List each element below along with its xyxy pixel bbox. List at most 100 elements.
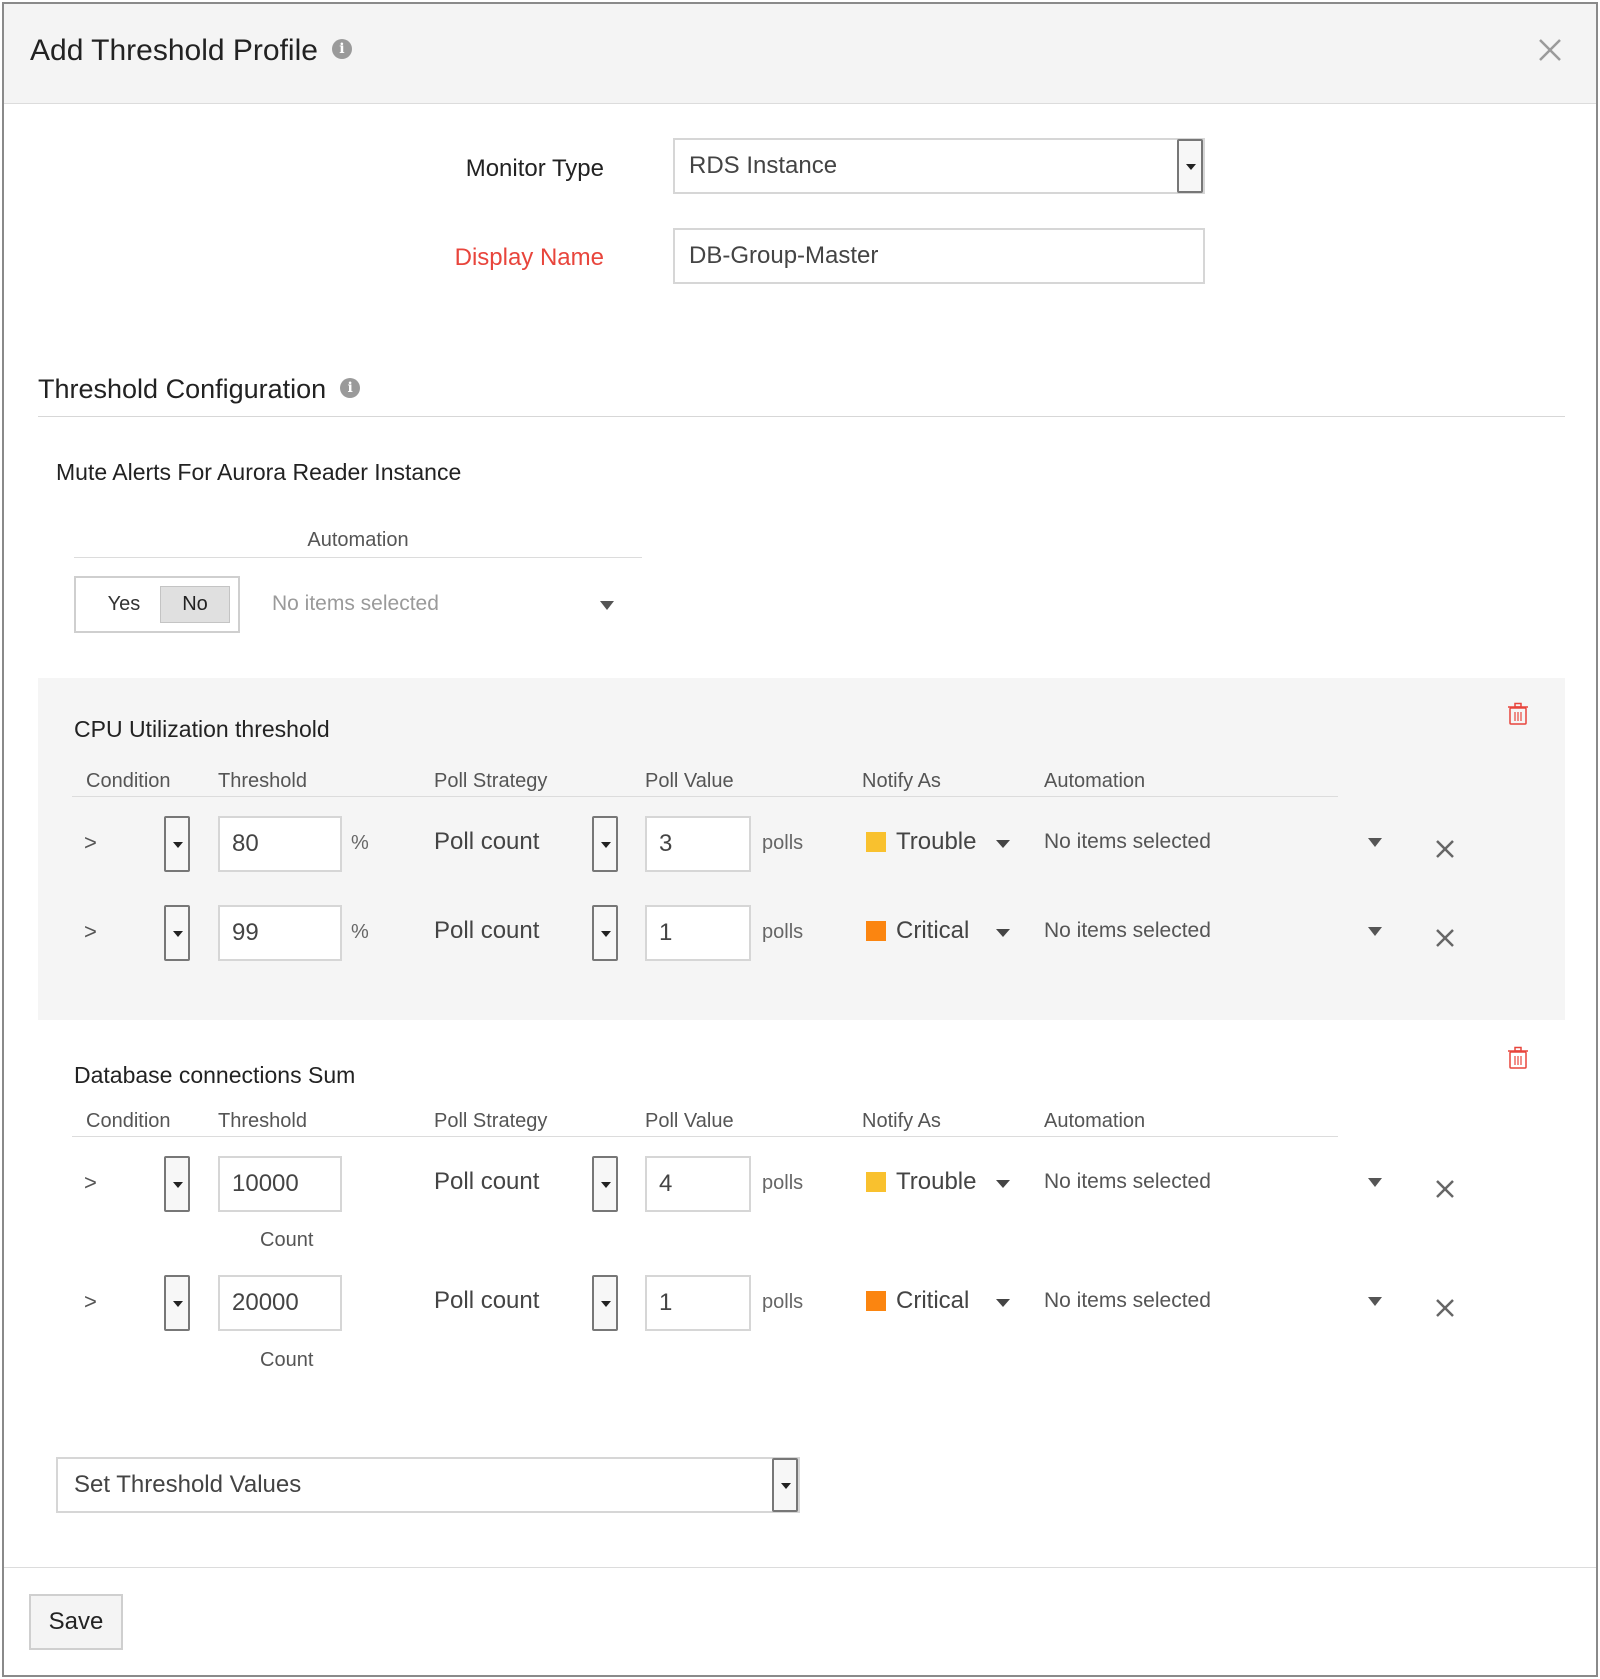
condition-dropdown[interactable] xyxy=(164,816,190,872)
caret-down-icon[interactable] xyxy=(1368,927,1382,936)
automation-select[interactable]: No items selected xyxy=(1044,830,1211,854)
database-connections-panel: Database connections Sum Condition Thres… xyxy=(38,1020,1565,1400)
column-poll-strategy: Poll Strategy xyxy=(434,770,548,792)
threshold-configuration-heading: Threshold Configuration i xyxy=(38,374,361,405)
threshold-unit: Count xyxy=(260,1349,314,1371)
poll-strategy-value[interactable]: Poll count xyxy=(434,828,539,856)
mute-automation-select[interactable]: No items selected xyxy=(272,592,439,616)
remove-row-icon[interactable] xyxy=(1434,927,1456,949)
condition-dropdown[interactable] xyxy=(164,1275,190,1331)
toggle-no-button[interactable]: No xyxy=(160,586,230,623)
poll-unit: polls xyxy=(762,832,804,854)
caret-down-icon[interactable] xyxy=(1368,1178,1382,1187)
remove-row-icon[interactable] xyxy=(1434,838,1456,860)
trouble-swatch xyxy=(866,1172,886,1192)
toggle-yes-button[interactable]: Yes xyxy=(90,586,158,623)
threshold-input[interactable]: 99 xyxy=(218,905,342,961)
trash-icon[interactable] xyxy=(1507,1046,1529,1070)
automation-select[interactable]: No items selected xyxy=(1044,919,1211,943)
poll-strategy-dropdown[interactable] xyxy=(592,905,618,961)
column-notify-as: Notify As xyxy=(862,1110,941,1132)
column-poll-value: Poll Value xyxy=(645,770,734,792)
poll-value-input[interactable]: 3 xyxy=(645,816,751,872)
critical-swatch xyxy=(866,1291,886,1311)
info-icon[interactable]: i xyxy=(340,377,361,398)
condition-value: > xyxy=(84,830,97,855)
caret-down-icon[interactable] xyxy=(1368,1297,1382,1306)
condition-value: > xyxy=(84,919,97,944)
trash-icon[interactable] xyxy=(1507,702,1529,726)
caret-down-icon[interactable] xyxy=(996,1299,1010,1307)
threshold-configuration-title: Threshold Configuration xyxy=(38,374,327,404)
monitor-type-select[interactable]: RDS Instance xyxy=(673,138,1205,194)
mute-header-divider xyxy=(74,557,642,558)
display-name-value: DB-Group-Master xyxy=(689,242,879,269)
condition-value: > xyxy=(84,1289,97,1314)
threshold-row: > 20000 Poll count 1 polls Critical No i… xyxy=(38,1273,1565,1333)
set-threshold-values-label: Set Threshold Values xyxy=(74,1471,302,1498)
column-condition: Condition xyxy=(86,770,171,792)
column-automation: Automation xyxy=(1044,1110,1146,1132)
condition-dropdown[interactable] xyxy=(164,905,190,961)
automation-select[interactable]: No items selected xyxy=(1044,1289,1211,1313)
footer-divider xyxy=(4,1567,1596,1568)
poll-strategy-dropdown[interactable] xyxy=(592,1156,618,1212)
section-divider xyxy=(38,416,1565,417)
threshold-row: > 10000 Poll count 4 polls Trouble No it… xyxy=(38,1154,1565,1214)
threshold-input[interactable]: 10000 xyxy=(218,1156,342,1212)
threshold-input[interactable]: 20000 xyxy=(218,1275,342,1331)
poll-value-input[interactable]: 4 xyxy=(645,1156,751,1212)
panel-title: CPU Utilization threshold xyxy=(74,716,330,742)
poll-strategy-value[interactable]: Poll count xyxy=(434,1287,539,1315)
mute-automation-header: Automation xyxy=(307,529,409,551)
save-button[interactable]: Save xyxy=(29,1594,123,1650)
info-icon[interactable]: i xyxy=(331,39,352,60)
poll-unit: polls xyxy=(762,1172,804,1194)
caret-down-icon[interactable] xyxy=(600,601,614,610)
threshold-row: > 99 % Poll count 1 polls Critical No it… xyxy=(38,903,1565,963)
column-threshold: Threshold xyxy=(218,770,307,792)
notify-as-select[interactable]: Critical xyxy=(896,917,969,945)
chevron-down-icon[interactable] xyxy=(772,1458,798,1512)
condition-dropdown[interactable] xyxy=(164,1156,190,1212)
threshold-input[interactable]: 80 xyxy=(218,816,342,872)
mute-alerts-toggle: Yes No xyxy=(74,576,240,633)
poll-unit: polls xyxy=(762,921,804,943)
poll-strategy-value[interactable]: Poll count xyxy=(434,917,539,945)
add-threshold-profile-dialog: Add Threshold Profile i Monitor Type RDS … xyxy=(2,2,1598,1677)
chevron-down-icon[interactable] xyxy=(1177,139,1203,193)
set-threshold-values-select[interactable]: Set Threshold Values xyxy=(56,1457,800,1513)
threshold-row: > 80 % Poll count 3 polls Trouble No ite… xyxy=(38,814,1565,874)
poll-unit: polls xyxy=(762,1291,804,1313)
panel-title: Database connections Sum xyxy=(74,1062,356,1088)
automation-select[interactable]: No items selected xyxy=(1044,1170,1211,1194)
poll-strategy-dropdown[interactable] xyxy=(592,816,618,872)
display-name-input[interactable]: DB-Group-Master xyxy=(673,228,1205,284)
column-condition: Condition xyxy=(86,1110,171,1132)
critical-swatch xyxy=(866,921,886,941)
condition-value: > xyxy=(84,1170,97,1195)
notify-as-select[interactable]: Trouble xyxy=(896,1168,976,1196)
trouble-swatch xyxy=(866,832,886,852)
column-automation: Automation xyxy=(1044,770,1146,792)
poll-strategy-dropdown[interactable] xyxy=(592,1275,618,1331)
remove-row-icon[interactable] xyxy=(1434,1297,1456,1319)
remove-row-icon[interactable] xyxy=(1434,1178,1456,1200)
notify-as-select[interactable]: Trouble xyxy=(896,828,976,856)
poll-value-input[interactable]: 1 xyxy=(645,905,751,961)
poll-strategy-value[interactable]: Poll count xyxy=(434,1168,539,1196)
mute-alerts-label: Mute Alerts For Aurora Reader Instance xyxy=(56,459,462,485)
caret-down-icon[interactable] xyxy=(996,1180,1010,1188)
threshold-unit: % xyxy=(351,832,369,854)
caret-down-icon[interactable] xyxy=(996,929,1010,937)
notify-as-select[interactable]: Critical xyxy=(896,1287,969,1315)
caret-down-icon[interactable] xyxy=(1368,838,1382,847)
close-icon[interactable] xyxy=(1534,34,1566,66)
dialog-title-text: Add Threshold Profile xyxy=(30,34,318,67)
caret-down-icon[interactable] xyxy=(996,840,1010,848)
display-name-label: Display Name xyxy=(454,244,604,271)
monitor-type-value: RDS Instance xyxy=(689,152,838,179)
poll-value-input[interactable]: 1 xyxy=(645,1275,751,1331)
column-poll-strategy: Poll Strategy xyxy=(434,1110,548,1132)
column-poll-value: Poll Value xyxy=(645,1110,734,1132)
